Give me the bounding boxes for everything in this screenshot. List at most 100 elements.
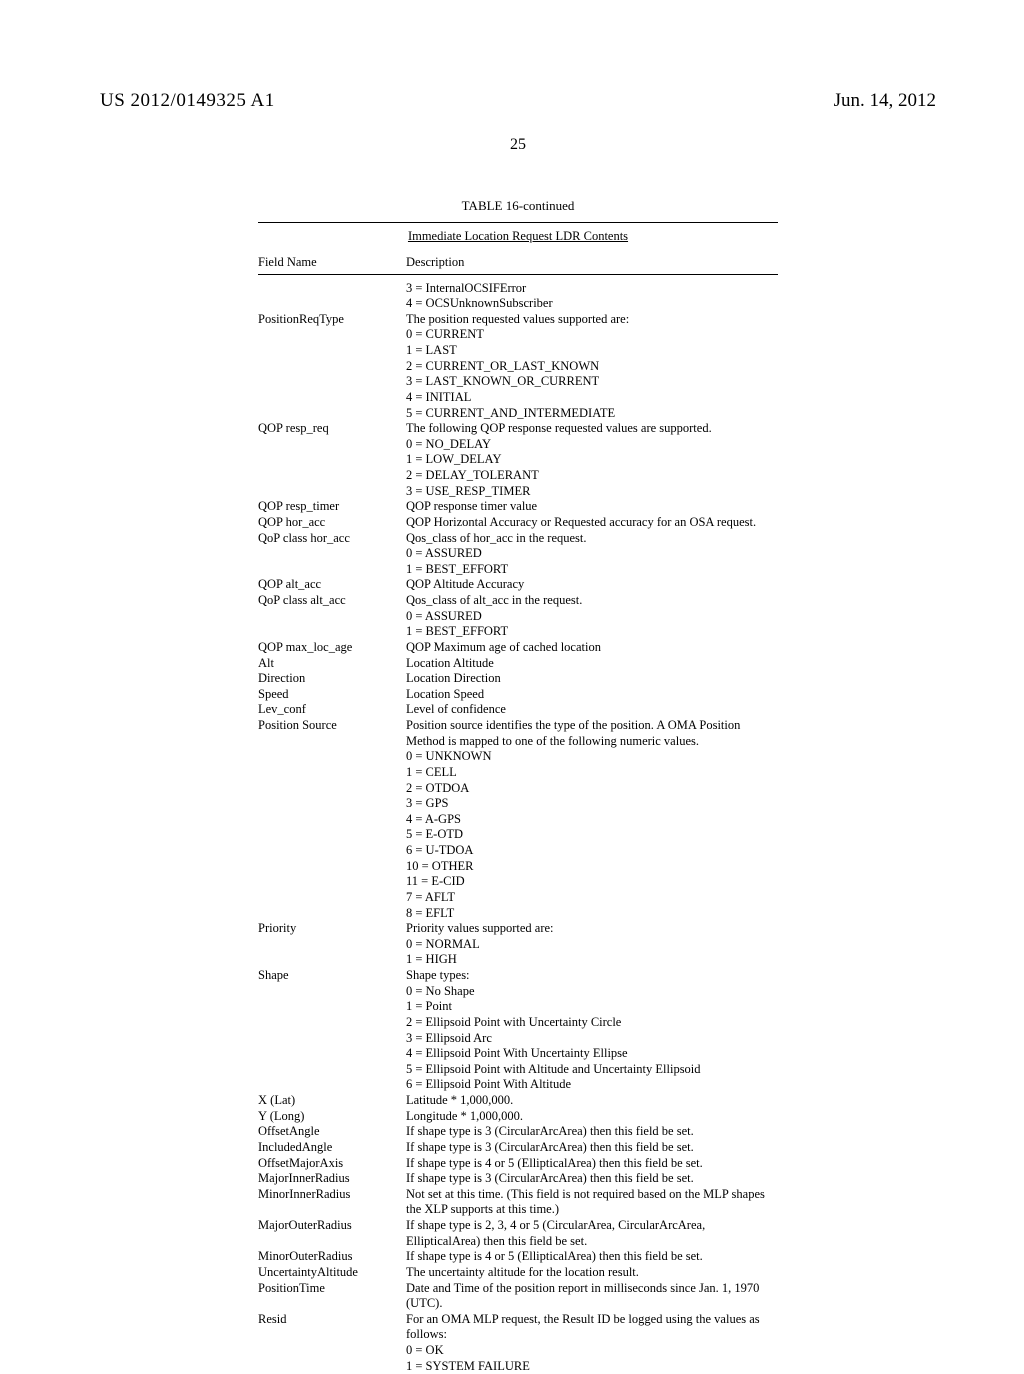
description-line: If shape type is 3 (CircularArcArea) the… (406, 1171, 778, 1187)
cell-description: QOP Horizontal Accuracy or Requested acc… (406, 515, 778, 531)
cell-field-name: UncertaintyAltitude (258, 1265, 406, 1281)
table-row: X (Lat)Latitude * 1,000,000. (258, 1093, 778, 1109)
cell-field-name: QOP resp_req (258, 421, 406, 437)
description-line: 11 = E-CID (406, 874, 778, 890)
cell-field-name: QOP resp_timer (258, 499, 406, 515)
cell-description: If shape type is 3 (CircularArcArea) the… (406, 1124, 778, 1140)
table-row: OffsetMajorAxisIf shape type is 4 or 5 (… (258, 1156, 778, 1172)
cell-description: If shape type is 4 or 5 (EllipticalArea)… (406, 1156, 778, 1172)
cell-field-name: Position Source (258, 718, 406, 734)
description-line: If shape type is 4 or 5 (EllipticalArea)… (406, 1156, 778, 1172)
cell-description: Shape types:0 = No Shape1 = Point2 = Ell… (406, 968, 778, 1093)
description-line: 5 = E-OTD (406, 827, 778, 843)
description-line: Latitude * 1,000,000. (406, 1093, 778, 1109)
cell-description: Location Speed (406, 687, 778, 703)
table-row: ResidFor an OMA MLP request, the Result … (258, 1312, 778, 1374)
table-row: PriorityPriority values supported are:0 … (258, 921, 778, 968)
description-line: 5 = CURRENT_AND_INTERMEDIATE (406, 406, 778, 422)
cell-field-name: Y (Long) (258, 1109, 406, 1125)
table-row: 3 = InternalOCSIFError4 = OCSUnknownSubs… (258, 281, 778, 312)
description-line: 0 = CURRENT (406, 327, 778, 343)
description-line: Location Speed (406, 687, 778, 703)
cell-field-name: IncludedAngle (258, 1140, 406, 1156)
description-line: 0 = UNKNOWN (406, 749, 778, 765)
description-line: 4 = A-GPS (406, 812, 778, 828)
description-line: QOP Horizontal Accuracy or Requested acc… (406, 515, 778, 531)
publication-date: Jun. 14, 2012 (834, 90, 936, 112)
description-line: Longitude * 1,000,000. (406, 1109, 778, 1125)
description-line: Location Altitude (406, 656, 778, 672)
cell-description: If shape type is 3 (CircularArcArea) the… (406, 1171, 778, 1187)
table-row: MinorInnerRadiusNot set at this time. (T… (258, 1187, 778, 1218)
table-row: PositionTimeDate and Time of the positio… (258, 1281, 778, 1312)
table-row: Y (Long)Longitude * 1,000,000. (258, 1109, 778, 1125)
table-row: MajorInnerRadiusIf shape type is 3 (Circ… (258, 1171, 778, 1187)
cell-description: 3 = InternalOCSIFError4 = OCSUnknownSubs… (406, 281, 778, 312)
table-row: QOP resp_reqThe following QOP response r… (258, 421, 778, 499)
table-row: SpeedLocation Speed (258, 687, 778, 703)
description-line: 1 = LAST (406, 343, 778, 359)
description-line: 3 = Ellipsoid Arc (406, 1031, 778, 1047)
table-row: AltLocation Altitude (258, 656, 778, 672)
description-line: Shape types: (406, 968, 778, 984)
table-row: MajorOuterRadiusIf shape type is 2, 3, 4… (258, 1218, 778, 1249)
table-title: TABLE 16-continued (258, 198, 778, 214)
cell-description: Qos_class of alt_acc in the request.0 = … (406, 593, 778, 640)
cell-field-name: Priority (258, 921, 406, 937)
table-row: QoP class hor_accQos_class of hor_acc in… (258, 531, 778, 578)
cell-field-name: Direction (258, 671, 406, 687)
description-line: 4 = OCSUnknownSubscriber (406, 296, 778, 312)
description-line: 1 = BEST_EFFORT (406, 562, 778, 578)
table-row: OffsetAngleIf shape type is 3 (CircularA… (258, 1124, 778, 1140)
description-line: 3 = InternalOCSIFError (406, 281, 778, 297)
cell-field-name: X (Lat) (258, 1093, 406, 1109)
cell-field-name: Alt (258, 656, 406, 672)
description-line: Priority values supported are: (406, 921, 778, 937)
description-line: Level of confidence (406, 702, 778, 718)
description-line: Qos_class of hor_acc in the request. (406, 531, 778, 547)
description-line: 2 = Ellipsoid Point with Uncertainty Cir… (406, 1015, 778, 1031)
page-header: US 2012/0149325 A1 Jun. 14, 2012 (100, 90, 936, 112)
description-line: For an OMA MLP request, the Result ID be… (406, 1312, 778, 1343)
cell-field-name: OffsetAngle (258, 1124, 406, 1140)
table-row: IncludedAngleIf shape type is 3 (Circula… (258, 1140, 778, 1156)
cell-description: If shape type is 3 (CircularArcArea) the… (406, 1140, 778, 1156)
description-line: 1 = Point (406, 999, 778, 1015)
description-line: If shape type is 4 or 5 (EllipticalArea)… (406, 1249, 778, 1265)
table-row: Position SourcePosition source identifie… (258, 718, 778, 921)
description-line: If shape type is 3 (CircularArcArea) the… (406, 1140, 778, 1156)
cell-description: If shape type is 2, 3, 4 or 5 (CircularA… (406, 1218, 778, 1249)
description-line: 1 = SYSTEM FAILURE (406, 1359, 778, 1374)
description-line: 0 = NO_DELAY (406, 437, 778, 453)
cell-field-name: OffsetMajorAxis (258, 1156, 406, 1172)
cell-description: Longitude * 1,000,000. (406, 1109, 778, 1125)
description-line: Location Direction (406, 671, 778, 687)
cell-description: QOP Maximum age of cached location (406, 640, 778, 656)
cell-description: Date and Time of the position report in … (406, 1281, 778, 1312)
description-line: 2 = CURRENT_OR_LAST_KNOWN (406, 359, 778, 375)
description-line: 6 = U-TDOA (406, 843, 778, 859)
cell-field-name: Speed (258, 687, 406, 703)
cell-field-name: PositionTime (258, 1281, 406, 1297)
cell-description: Not set at this time. (This field is not… (406, 1187, 778, 1218)
description-line: 6 = Ellipsoid Point With Altitude (406, 1077, 778, 1093)
table-row: QOP max_loc_ageQOP Maximum age of cached… (258, 640, 778, 656)
description-line: If shape type is 2, 3, 4 or 5 (CircularA… (406, 1218, 778, 1249)
description-line: 7 = AFLT (406, 890, 778, 906)
table-16-continued: TABLE 16-continued Immediate Location Re… (258, 198, 778, 1374)
table-body: 3 = InternalOCSIFError4 = OCSUnknownSubs… (258, 281, 778, 1374)
cell-field-name: MajorOuterRadius (258, 1218, 406, 1234)
description-line: 1 = LOW_DELAY (406, 452, 778, 468)
description-line: 1 = BEST_EFFORT (406, 624, 778, 640)
description-line: If shape type is 3 (CircularArcArea) the… (406, 1124, 778, 1140)
description-line: 8 = EFLT (406, 906, 778, 922)
cell-description: Qos_class of hor_acc in the request.0 = … (406, 531, 778, 578)
description-line: 2 = OTDOA (406, 781, 778, 797)
description-line: QOP Maximum age of cached location (406, 640, 778, 656)
table-row: QOP resp_timerQOP response timer value (258, 499, 778, 515)
description-line: 5 = Ellipsoid Point with Altitude and Un… (406, 1062, 778, 1078)
cell-description: Priority values supported are:0 = NORMAL… (406, 921, 778, 968)
description-line: 0 = No Shape (406, 984, 778, 1000)
cell-description: Location Direction (406, 671, 778, 687)
table-row: ShapeShape types:0 = No Shape1 = Point2 … (258, 968, 778, 1093)
